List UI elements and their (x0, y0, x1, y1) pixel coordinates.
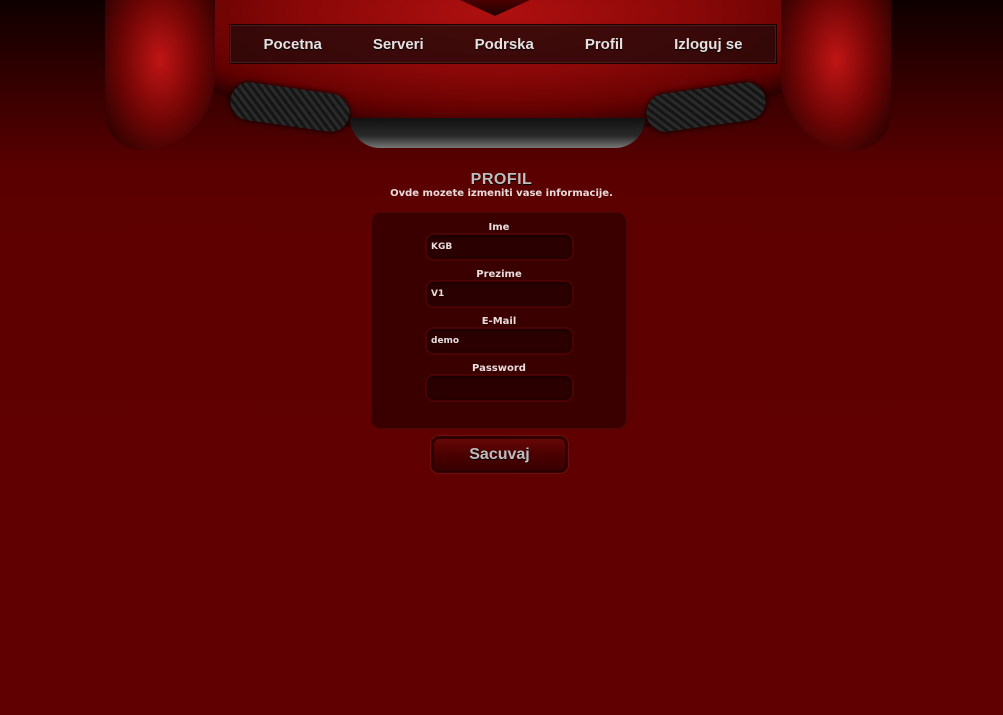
password-label: Password (472, 363, 526, 374)
prezime-label: Prezime (476, 269, 522, 280)
profile-form-panel: Ime Prezime E-Mail Password (371, 212, 627, 429)
email-input[interactable] (426, 328, 573, 354)
nav-link-podrska[interactable]: Podrska (475, 36, 534, 53)
main-navigation: Pocetna Serveri Podrska Profil Izloguj s… (229, 24, 777, 64)
page-title: PROFIL (470, 171, 533, 188)
nav-link-serveri[interactable]: Serveri (373, 36, 424, 53)
prezime-input[interactable] (426, 281, 573, 307)
car-right-fender-graphic (781, 0, 891, 150)
save-button[interactable]: Sacuvaj (431, 436, 568, 473)
password-input[interactable] (426, 375, 573, 401)
car-front-lip-graphic (350, 118, 645, 148)
car-left-fender-graphic (105, 0, 215, 150)
ime-input[interactable] (426, 234, 573, 260)
page-subtitle: Ovde mozete izmeniti vase informacije. (390, 188, 613, 199)
email-label: E-Mail (481, 316, 517, 327)
nav-link-izloguj-se[interactable]: Izloguj se (674, 36, 742, 53)
nav-link-profil[interactable]: Profil (585, 36, 623, 53)
ime-label: Ime (488, 222, 510, 233)
car-hood-graphic (105, 0, 891, 135)
nav-link-pocetna[interactable]: Pocetna (263, 36, 321, 53)
